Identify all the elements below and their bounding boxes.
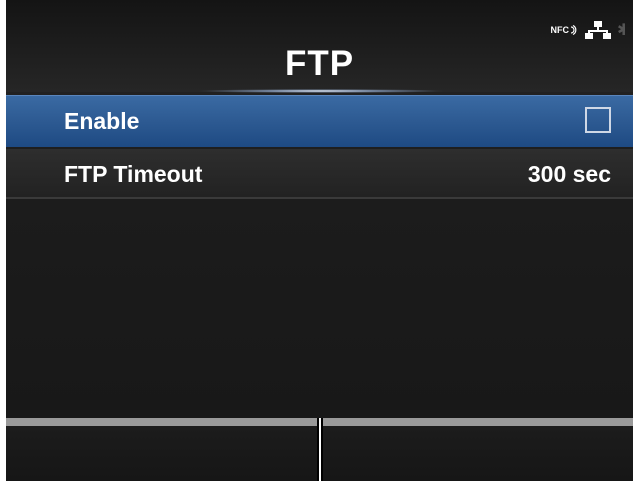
title-underline-glow [196, 89, 446, 93]
status-icons: NFC ✱ [551, 20, 625, 40]
nfc-icon: NFC [551, 25, 580, 35]
page-title: FTP [284, 44, 355, 83]
bluetooth-icon: ✱ [617, 22, 625, 39]
nfc-label: NFC [550, 25, 570, 35]
menu-item-enable[interactable]: Enable [6, 95, 633, 147]
nfc-waves-icon [570, 25, 577, 35]
softkey-bar [6, 418, 633, 481]
network-icon [585, 21, 611, 39]
enable-checkbox[interactable] [585, 107, 611, 133]
softkey-right[interactable] [323, 418, 633, 481]
menu-item-label: Enable [64, 108, 140, 134]
softkey-divider-line [319, 418, 321, 481]
menu-item-label: FTP Timeout [64, 161, 203, 187]
menu-item-ftp-timeout[interactable]: FTP Timeout 300 sec [6, 149, 633, 199]
softkey-left[interactable] [6, 418, 317, 481]
ftp-timeout-value: 300 sec [527, 161, 611, 187]
printer-display: NFC ✱ FTP Enable FTP Timeout 300 sec [6, 0, 633, 481]
header: NFC ✱ FTP [6, 0, 633, 93]
